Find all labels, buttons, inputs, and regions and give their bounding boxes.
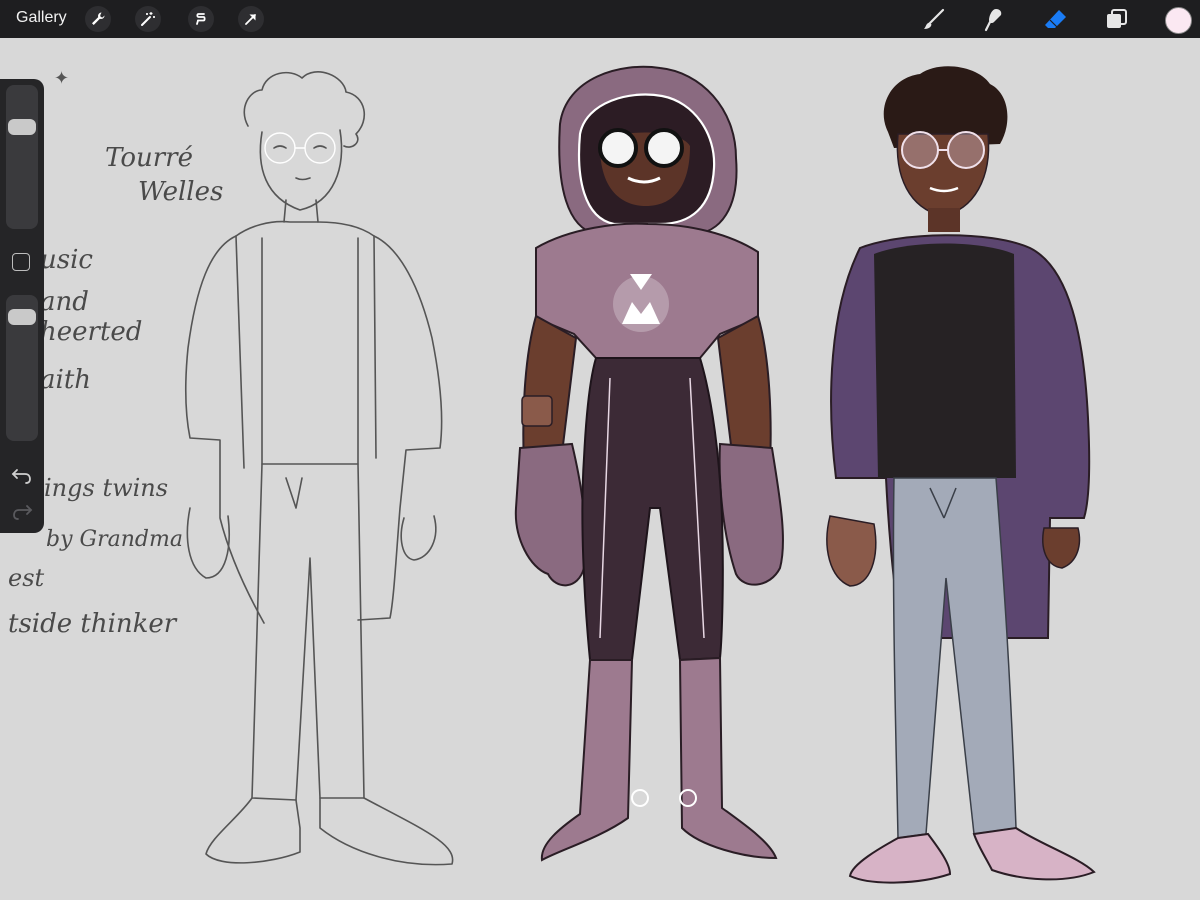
note-line: by Grandma xyxy=(46,527,183,552)
redo-icon xyxy=(13,505,33,520)
note-line: tside thinker xyxy=(8,609,178,639)
brush-tool-button[interactable] xyxy=(920,6,948,34)
undo-button[interactable] xyxy=(10,465,34,485)
opacity-slider[interactable] xyxy=(6,295,38,441)
sparkle-doodle: ✦ xyxy=(54,68,69,88)
note-line: Welles xyxy=(138,177,223,207)
eraser-icon xyxy=(1045,10,1066,28)
layers-icon xyxy=(1107,9,1127,28)
layers-button[interactable] xyxy=(1103,6,1131,34)
transform-button[interactable] xyxy=(238,6,264,32)
selection-button[interactable] xyxy=(188,6,214,32)
modify-button[interactable] xyxy=(12,253,30,271)
eraser-tool-button[interactable] xyxy=(1042,6,1070,34)
note-line: ings twins xyxy=(44,474,168,502)
magic-wand-icon xyxy=(141,12,155,26)
adjustments-button[interactable] xyxy=(135,6,161,32)
gallery-button[interactable]: Gallery xyxy=(16,9,67,27)
note-line: usic xyxy=(40,245,93,275)
note-line: Tourré xyxy=(105,143,193,173)
actions-button[interactable] xyxy=(85,6,111,32)
brush-size-slider[interactable] xyxy=(6,85,38,229)
redo-button[interactable] xyxy=(10,501,34,521)
undo-icon xyxy=(11,469,31,484)
note-line: est xyxy=(8,564,45,592)
wrench-icon xyxy=(92,12,105,25)
brush-size-thumb[interactable] xyxy=(8,119,36,135)
artwork: Tourré Welles usic and heerted aith ings… xyxy=(0,38,1200,900)
color-picker-swatch[interactable] xyxy=(1165,7,1192,34)
brush-icon xyxy=(924,8,945,29)
selection-icon xyxy=(196,13,206,25)
transform-arrow-icon xyxy=(245,14,256,25)
note-line: and xyxy=(40,287,89,317)
note-line: aith xyxy=(40,365,91,395)
note-line: heerted xyxy=(40,317,142,347)
left-sidebar xyxy=(0,79,44,533)
smudge-icon xyxy=(984,9,1002,32)
opacity-thumb[interactable] xyxy=(8,308,36,325)
drawing-canvas[interactable]: Tourré Welles usic and heerted aith ings… xyxy=(0,38,1200,900)
smudge-tool-button[interactable] xyxy=(980,6,1008,34)
top-toolbar: Gallery xyxy=(0,0,1200,38)
